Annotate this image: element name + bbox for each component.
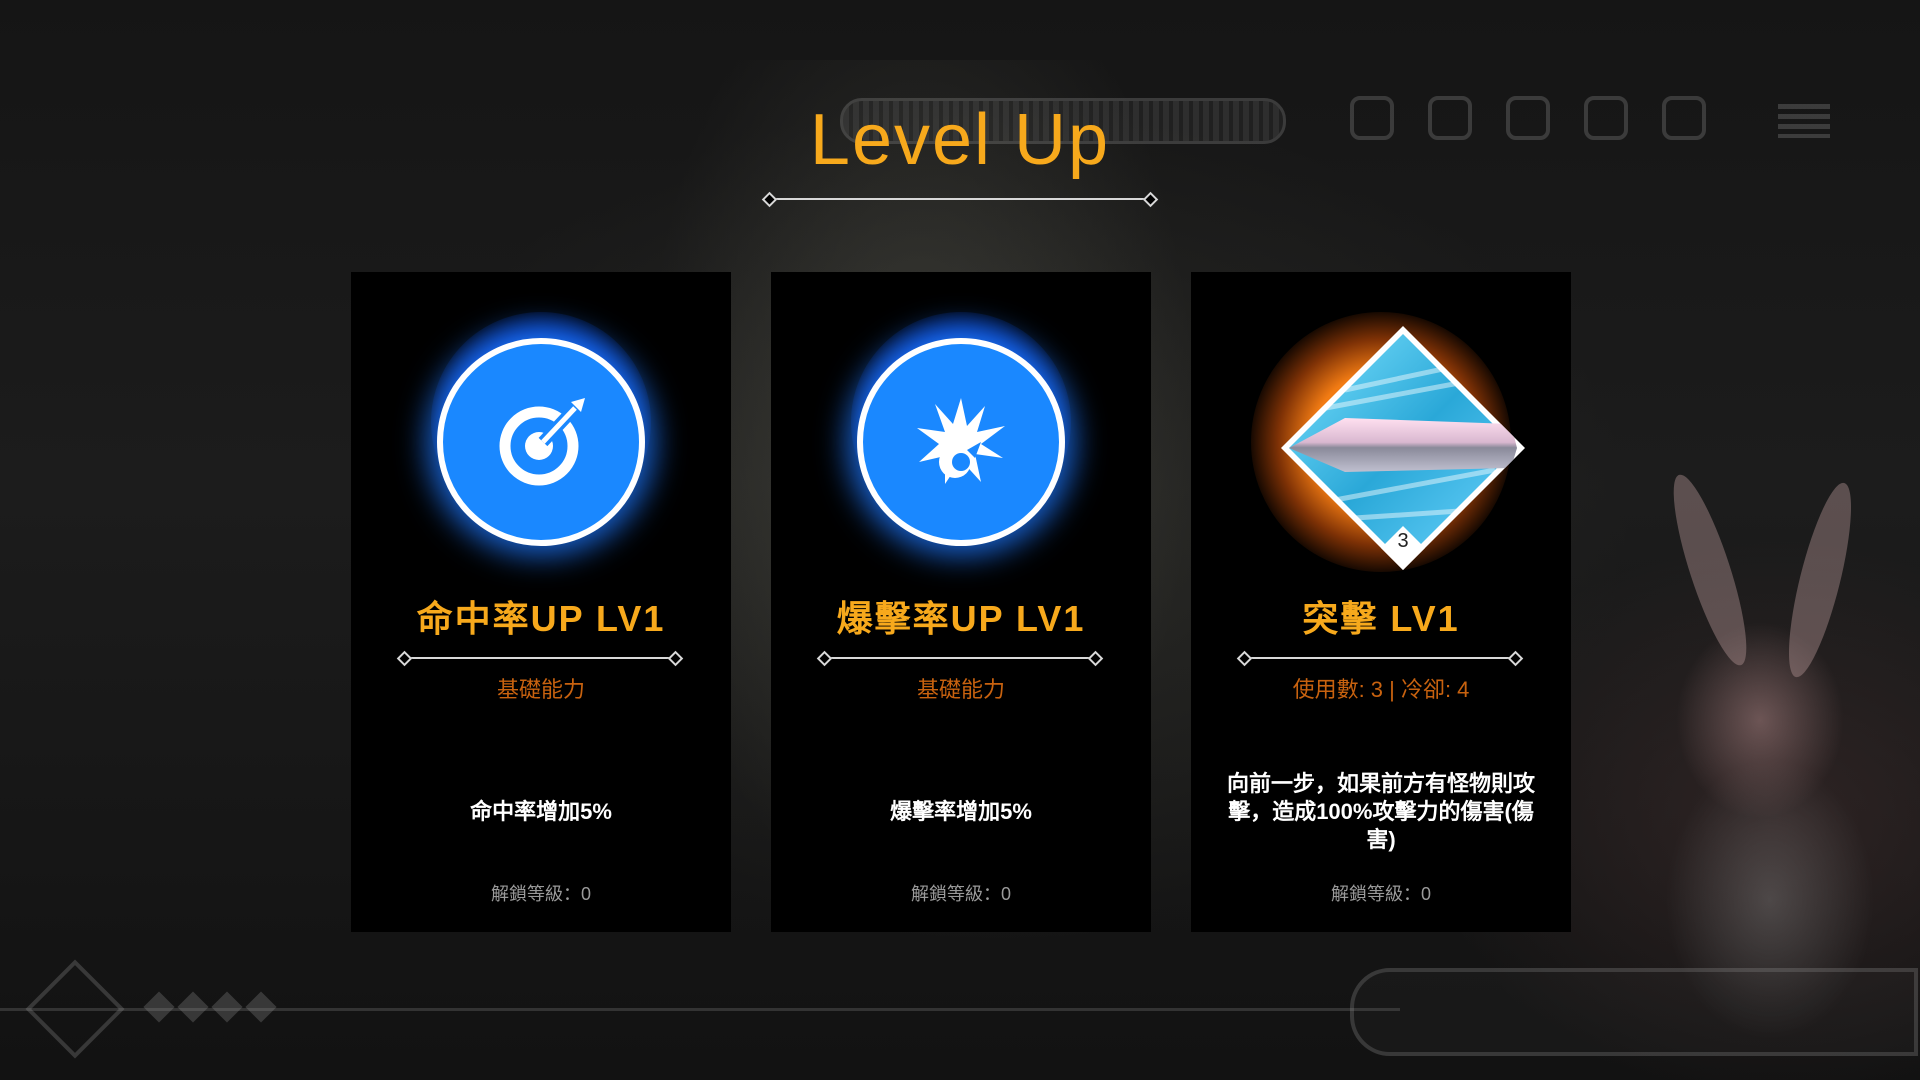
card-divider — [1245, 657, 1515, 659]
card-unlock-level: 解鎖等級：0 — [910, 884, 1011, 904]
card-divider — [825, 657, 1095, 659]
card-category: 使用數: 3 | 冷卻: 4 — [1292, 677, 1470, 702]
card-title: 命中率UP LV1 — [416, 598, 666, 639]
target-icon — [437, 338, 645, 546]
background-status-bar — [1350, 968, 1918, 1056]
level-up-screen: Level Up 命中率UP LV1 基礎能力 命中率增加5% 解鎖等級：0 爆… — [0, 0, 1920, 1080]
upgrade-card-charge[interactable]: 3 突擊 LV1 使用數: 3 | 冷卻: 4 向前一步，如果前方有怪物則攻擊，… — [1191, 272, 1571, 932]
card-divider — [405, 657, 675, 659]
upgrade-card-crit[interactable]: 爆擊率UP LV1 基礎能力 爆擊率增加5% 解鎖等級：0 — [771, 272, 1151, 932]
card-description: 向前一步，如果前方有怪物則攻擊，造成100%攻擊力的傷害(傷害) — [1226, 771, 1535, 852]
card-description: 爆擊率增加5% — [890, 799, 1032, 824]
explosion-icon — [857, 338, 1065, 546]
card-unlock-level: 解鎖等級：0 — [490, 884, 591, 904]
card-category: 基礎能力 — [496, 677, 585, 702]
card-title: 爆擊率UP LV1 — [836, 598, 1086, 639]
card-title: 突擊 LV1 — [1302, 598, 1460, 639]
card-icon-area: 3 — [1191, 272, 1571, 572]
card-unlock-level: 解鎖等級：0 — [1330, 884, 1431, 904]
upgrade-card-accuracy[interactable]: 命中率UP LV1 基礎能力 命中率增加5% 解鎖等級：0 — [351, 272, 731, 932]
usage-count-badge: 3 — [1397, 530, 1409, 552]
card-icon-area — [351, 272, 731, 572]
page-title: Level Up — [809, 100, 1111, 180]
card-icon-area — [771, 272, 1151, 572]
card-description: 命中率增加5% — [470, 799, 612, 824]
background-pause-control — [20, 959, 320, 1059]
title-divider — [770, 198, 1150, 200]
card-category: 基礎能力 — [916, 677, 1005, 702]
